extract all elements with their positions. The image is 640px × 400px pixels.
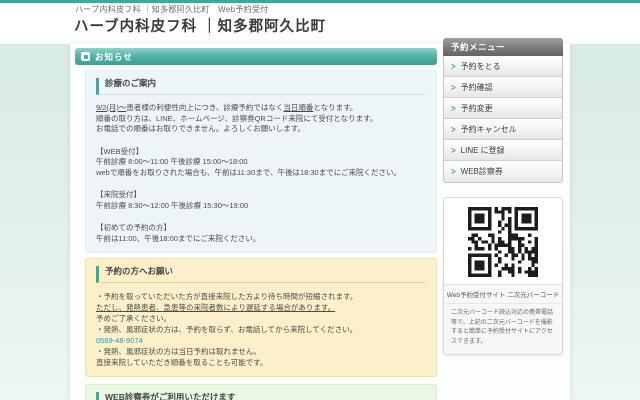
web-reception-hours: 午前診療 8:00～11:00 午後診療 15:00～18:00 [96,157,426,168]
menu-item-label: 予約キャンセル [461,124,517,135]
menu-item-label: 予約をとる [461,61,501,72]
menu-item-label: LINE に登録 [461,145,505,156]
site-title: ハーブ内科皮フ科 ｜知多郡阿久比町 [74,15,326,36]
guide-section-title: 診療のご案内 [96,78,426,95]
web-ticket-section-title: WEB診察券がご利用いただけます [96,392,426,400]
text-line: 直接来院していただき順番を取ることも可能です。 [96,357,426,368]
text-line: 予めご了承ください。 [96,313,426,324]
menu-item-make-reservation[interactable]: > 予約をとる [444,56,562,77]
reservation-menu-list: > 予約をとる > 予約確認 > 予約変更 > 予約キャンセル > LINE に… [443,56,563,183]
chevron-right-icon: > [451,124,456,135]
delay-warning-emphasis: ただし、発熱患者、急患等の来院者数により遅延する場合があります。 [96,302,426,313]
web-reception-note: webで順番をお取りされた場合も、午前は11:30まで、午後は18:30までにご… [96,168,426,179]
first-time-heading: 【初めての予約の方】 [96,223,426,234]
text-segment: となります。 [313,103,357,112]
menu-item-label: WEB診察券 [461,166,503,177]
request-paragraph: ・予約を取っていただいた方が直接来院した方より待ち時間が短縮されます。 ただし、… [96,291,426,368]
page: ハーブ内科皮フ科 ｜知多郡阿久比町 Web予約受付 ハーブ内科皮フ科 ｜知多郡阿… [0,0,640,400]
qr-description: 二次元バーコード読込対応の携帯電話等で、上記の二次元バーコードを撮影すると簡単に… [444,304,562,354]
menu-item-confirm-reservation[interactable]: > 予約確認 [444,77,562,98]
request-section-title: 予約の方へお願い [96,266,426,283]
visit-reception-hours: 午前診療 8:30～12:00 午後診療 15:30～19:00 [96,201,426,212]
chevron-right-icon: > [451,166,456,177]
first-time-paragraph: 【初めての予約の方】 午前は11:00、午後18:00までにご来院ください。 [96,223,426,244]
notice-bar-label: お知らせ [95,51,133,63]
same-day-emphasis: 当日順番 [283,103,313,112]
chevron-right-icon: > [451,103,456,114]
menu-item-label: 予約変更 [461,103,493,114]
qr-code-image [444,198,562,284]
chevron-right-icon: > [451,61,456,72]
visit-reception-paragraph: 【来院受付】 午前診療 8:30～12:00 午後診療 15:30～19:00 [96,190,426,211]
reservation-menu: 予約メニュー > 予約をとる > 予約確認 > 予約変更 > 予約キャンセル >… [443,38,563,183]
web-ticket-section: WEB診察券がご利用いただけます [85,384,437,400]
text-line: 9/2(月)～患者様の利便性向上につき、診療予約ではなく当日順番となります。 [96,103,426,114]
guide-intro-paragraph: 9/2(月)～患者様の利便性向上につき、診療予約ではなく当日順番となります。 順… [96,103,426,135]
menu-item-line-register[interactable]: > LINE に登録 [444,140,562,161]
web-reception-paragraph: 【WEB受付】 午前診療 8:00～11:00 午後診療 15:00～18:00… [96,147,426,179]
chevron-right-icon: > [451,82,456,93]
notice-icon [81,52,90,61]
menu-item-change-reservation[interactable]: > 予約変更 [444,98,562,119]
notice-bar: お知らせ [75,48,437,65]
menu-item-cancel-reservation[interactable]: > 予約キャンセル [444,119,562,140]
menu-item-label: 予約確認 [461,82,493,93]
text-line: お電話での順番はお取りできません。よろしくお願いします。 [96,124,426,135]
text-line: ・予約を取っていただいた方が直接来院した方より待ち時間が短縮されます。 [96,291,426,302]
text-line: 順番の取り方は、LINE、ホームページ、診察券QRコード来院にて受付となります。 [96,114,426,125]
qr-code-card: Web予約受付サイト 二次元バーコード 二次元バーコード読込対応の携帯電話等で、… [443,197,563,355]
reservation-menu-header: 予約メニュー [443,38,563,56]
text-line: ・発熱、風邪症状の方は、予約を取らず、お電話してから来院してください。 [96,324,426,335]
first-time-note: 午前は11:00、午後18:00までにご来院ください。 [96,234,426,245]
phone-number-link[interactable]: 0569-48-9074 [96,336,143,345]
date-emphasis: 9/2(月)～ [96,103,126,112]
text-segment: 患者様の利便性向上につき、診療予約ではなく [126,103,283,112]
qr-caption: Web予約受付サイト 二次元バーコード [444,284,562,304]
web-reception-heading: 【WEB受付】 [96,147,426,158]
visit-reception-heading: 【来院受付】 [96,190,426,201]
guide-section: 診療のご案内 9/2(月)～患者様の利便性向上につき、診療予約ではなく当日順番と… [85,70,437,253]
chevron-right-icon: > [451,145,456,156]
request-section: 予約の方へお願い ・予約を取っていただいた方が直接来院した方より待ち時間が短縮さ… [85,258,437,377]
window-title-text: ハーブ内科皮フ科 ｜知多郡阿久比町 Web予約受付 [75,4,269,15]
menu-item-web-ticket[interactable]: > WEB診察券 [444,161,562,182]
text-line: ・発熱、風邪症状の方は当日予約は取れません。 [96,346,426,357]
